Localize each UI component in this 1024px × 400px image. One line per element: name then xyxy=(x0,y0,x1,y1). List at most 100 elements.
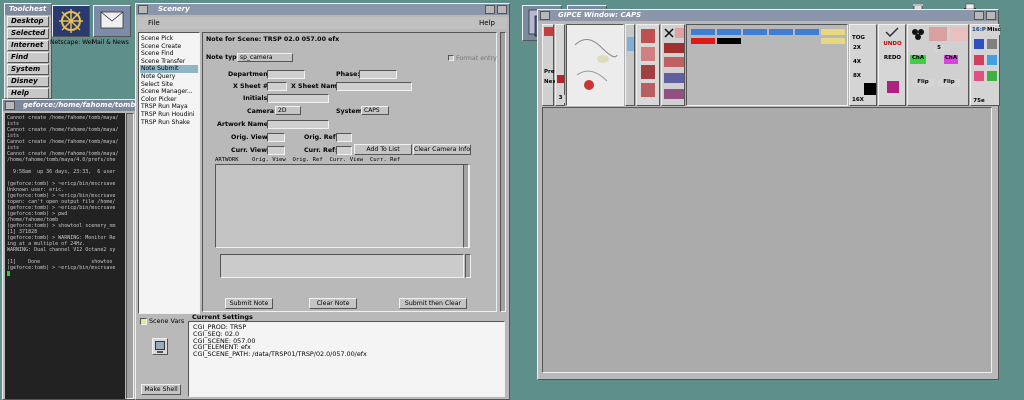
scene-list-item[interactable]: Color Picker xyxy=(140,96,198,104)
window-menu-icon[interactable] xyxy=(5,101,15,110)
clover-icon[interactable] xyxy=(910,27,926,41)
toolchest-item-system[interactable]: System xyxy=(7,64,49,75)
flip-button-1[interactable]: Flip xyxy=(912,79,934,87)
scene-list-item[interactable]: Note Query xyxy=(140,73,198,81)
scene-list-item[interactable]: Note Submit xyxy=(140,65,198,73)
scene-vars-checkbox[interactable] xyxy=(140,318,147,325)
swatch-blue-5[interactable] xyxy=(795,29,819,35)
swatch-red[interactable] xyxy=(691,38,715,44)
scene-list-item[interactable]: TRSP Run Houdini xyxy=(140,111,198,119)
next-button[interactable]: Next xyxy=(544,79,559,87)
terminal-window[interactable]: geforce:/home/fahome/tomb Cannot create … xyxy=(2,99,136,400)
phase-field[interactable] xyxy=(359,70,397,79)
submit-note-button[interactable]: Submit Note xyxy=(225,298,273,309)
shell-icon[interactable] xyxy=(152,338,168,355)
scene-list-item[interactable]: TRSP Run Maya xyxy=(140,103,198,111)
swatch-blue-4[interactable] xyxy=(769,29,793,35)
grid-icon[interactable] xyxy=(987,39,997,49)
submit-then-clear-button[interactable]: Submit then Clear xyxy=(399,298,467,309)
scroll-thumb[interactable] xyxy=(627,37,634,51)
minimize-icon[interactable] xyxy=(485,5,495,14)
camera-select[interactable]: 2D xyxy=(275,106,301,115)
note-text-scrollbar[interactable] xyxy=(465,254,471,278)
toolchest-item-find[interactable]: Find xyxy=(7,52,49,63)
terminal-output[interactable]: Cannot create /home/fahome/tomb/maya/ist… xyxy=(5,113,125,399)
fill-tool-icon[interactable] xyxy=(664,57,684,67)
thumbnail-preview[interactable] xyxy=(566,24,624,106)
minimize-icon[interactable] xyxy=(974,11,984,20)
mail-label[interactable]: Mail & News xyxy=(92,39,129,46)
swatch-blue-3[interactable] xyxy=(743,29,767,35)
toolchest-item-help[interactable]: Help xyxy=(7,88,49,99)
close-x-icon[interactable] xyxy=(664,28,674,38)
cha-button[interactable]: ChA xyxy=(910,55,926,64)
zoom-8x-button[interactable]: 8X xyxy=(852,73,862,80)
scene-list-item[interactable]: Scene Transfer xyxy=(140,58,198,66)
orig-view-field[interactable] xyxy=(267,133,285,142)
maximize-icon[interactable] xyxy=(986,11,996,20)
ribbon-icon[interactable] xyxy=(974,55,984,65)
window-menu-icon[interactable] xyxy=(540,11,550,20)
tog-button[interactable]: TOG xyxy=(852,35,865,42)
netscape-label[interactable]: Netscape: Wel xyxy=(50,39,93,46)
thumb-scrollbar[interactable] xyxy=(625,24,635,106)
zoom-2x-button[interactable]: 2X xyxy=(852,45,862,52)
zoom-4x-button[interactable]: 4X xyxy=(852,59,862,66)
help-menu[interactable]: Help xyxy=(479,17,495,29)
artwork-field[interactable] xyxy=(267,120,329,129)
note-type-select[interactable]: sp_camera xyxy=(237,53,293,62)
scene-list-item[interactable]: Scene Manager... xyxy=(140,88,198,96)
clear-camera-info-button[interactable]: Clear Camera Info xyxy=(413,144,471,155)
check-icon[interactable] xyxy=(987,71,997,81)
scene-list-item[interactable]: Scene Find xyxy=(140,50,198,58)
swatch-yellow-1[interactable] xyxy=(821,29,845,35)
xsheet-name-field[interactable] xyxy=(336,82,412,91)
department-field[interactable] xyxy=(267,70,305,79)
misc-button[interactable]: Misc xyxy=(987,27,1001,35)
chb-button[interactable]: ChA xyxy=(944,55,958,64)
undo-button[interactable]: UNDO xyxy=(880,41,905,48)
eraser-icon[interactable] xyxy=(675,28,684,38)
initials-field[interactable] xyxy=(267,94,329,103)
mouse-face-icon[interactable] xyxy=(950,27,968,41)
mail-icon[interactable] xyxy=(93,5,131,37)
swatch-blue-1[interactable] xyxy=(691,29,715,35)
drop-icon[interactable] xyxy=(987,55,997,65)
scene-list-item[interactable]: TRSP Run Shake xyxy=(140,119,198,127)
toolchest-item-internet[interactable]: Internet xyxy=(7,40,49,51)
make-shell-button[interactable]: Make Shell xyxy=(141,384,181,395)
frame-slider[interactable]: 3 xyxy=(555,24,565,106)
scene-list-item[interactable]: Select Site xyxy=(140,81,198,89)
curr-view-field[interactable] xyxy=(267,146,285,155)
lasso-tool-icon[interactable] xyxy=(664,89,684,99)
gipce-canvas[interactable] xyxy=(542,107,992,373)
xsheet-field[interactable] xyxy=(267,82,287,91)
curr-ref-field[interactable] xyxy=(336,146,352,155)
swatch-black[interactable] xyxy=(717,38,741,44)
scene-command-list[interactable]: Scene Pick Scene Create Scene Find Scene Tr… xyxy=(138,32,200,314)
form-scrollbar[interactable] xyxy=(500,32,506,312)
slider-thumb[interactable] xyxy=(557,75,564,83)
swatch-yellow-2[interactable] xyxy=(821,38,845,44)
paint-tool-icon[interactable] xyxy=(664,43,684,53)
orig-ref-field[interactable] xyxy=(336,133,352,142)
system-select[interactable]: CAPS xyxy=(361,106,389,115)
add-to-list-button[interactable]: Add To List xyxy=(354,144,412,155)
toolchest-item-disney[interactable]: Disney xyxy=(7,76,49,87)
toolchest-item-desktop[interactable]: Desktop xyxy=(7,16,49,27)
zoom-16x-button[interactable]: 16X xyxy=(852,97,864,104)
camera-list[interactable] xyxy=(215,164,470,248)
flip-button-2[interactable]: Flip xyxy=(938,79,960,87)
swatch-blue-2[interactable] xyxy=(717,29,741,35)
clear-note-button[interactable]: Clear Note xyxy=(309,298,357,309)
camera-list-scrollbar[interactable] xyxy=(463,164,469,248)
arrow-up-icon[interactable] xyxy=(544,27,553,36)
redo-button[interactable]: REDO xyxy=(880,55,905,62)
page-16-button[interactable]: 16:P xyxy=(972,27,986,35)
color-swatches[interactable] xyxy=(686,24,848,106)
heart-icon[interactable] xyxy=(974,71,984,81)
character-icon[interactable] xyxy=(929,27,947,41)
checkmark-icon[interactable] xyxy=(885,27,899,38)
color-preview-black[interactable] xyxy=(864,83,876,95)
maximize-icon[interactable] xyxy=(497,5,507,14)
